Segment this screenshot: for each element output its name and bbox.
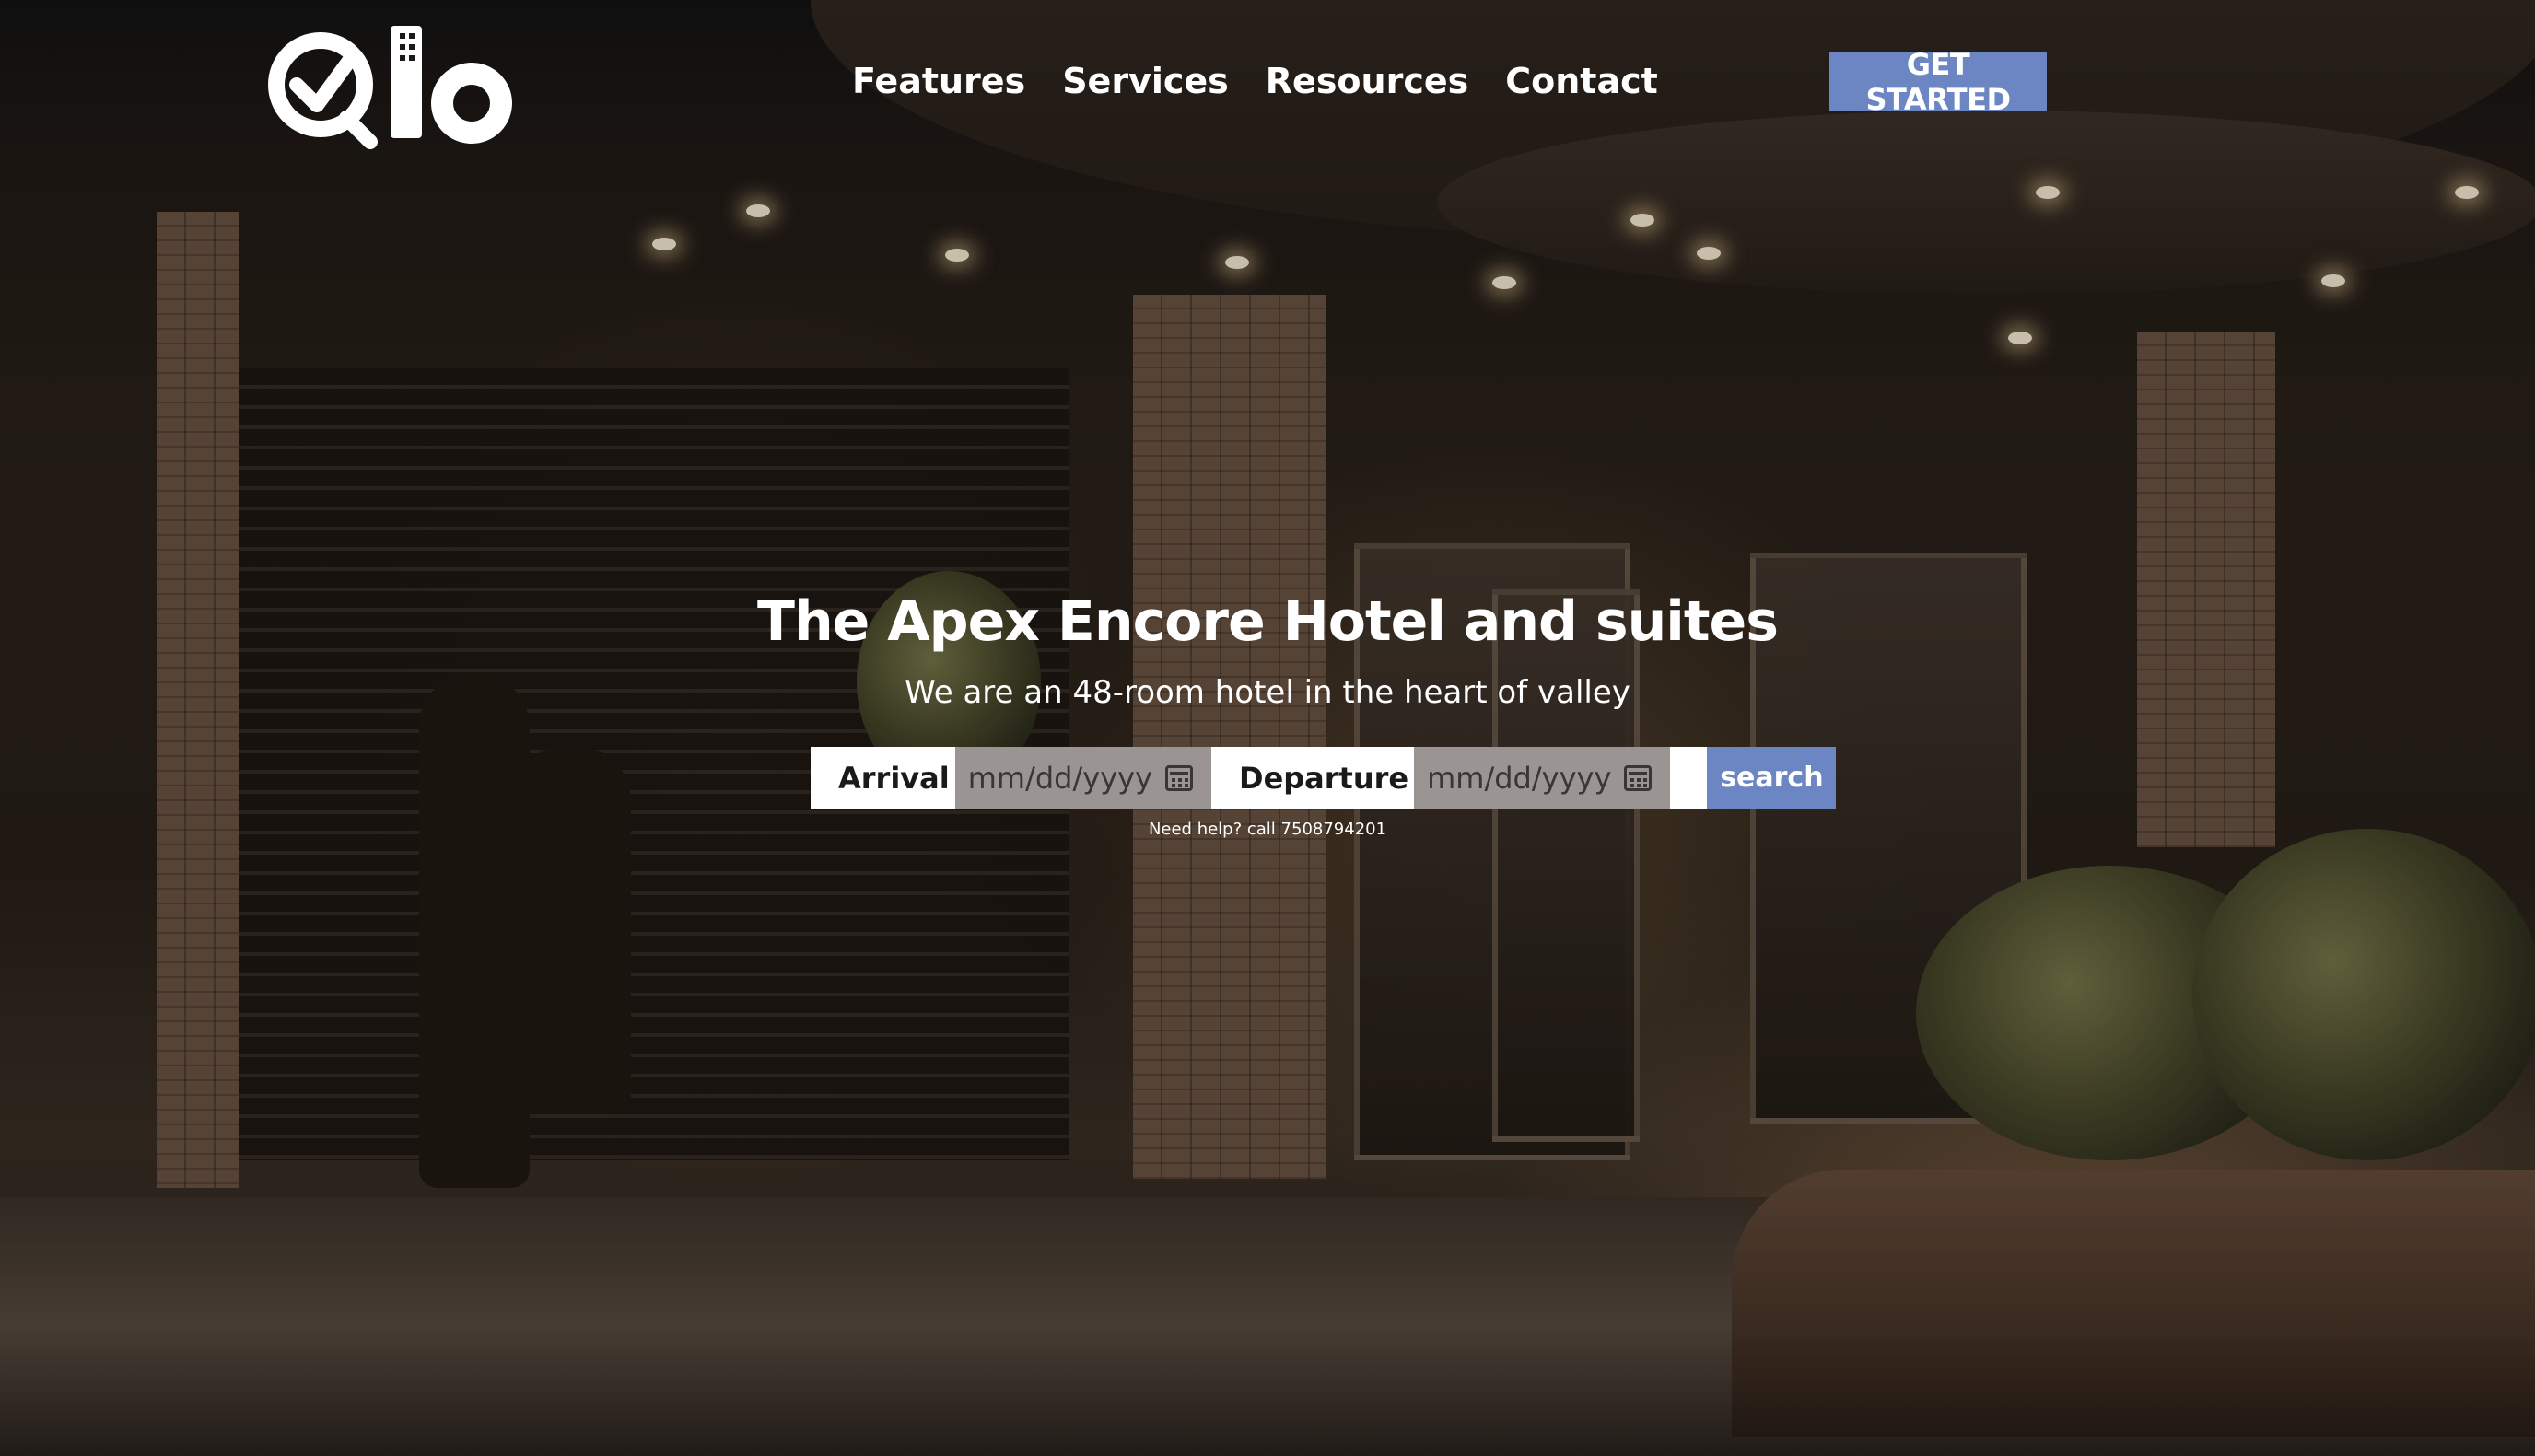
search-button[interactable]: search <box>1707 747 1837 809</box>
logo-letter-o <box>431 63 512 144</box>
nav-contact[interactable]: Contact <box>1505 61 1658 101</box>
arrival-label: Arrival <box>811 747 955 809</box>
nav-services[interactable]: Services <box>1062 61 1229 101</box>
departure-label: Departure <box>1211 747 1415 809</box>
arrival-placeholder: mm/dd/yyyy <box>967 760 1152 796</box>
nav-resources[interactable]: Resources <box>1266 61 1468 101</box>
brand-logo[interactable] <box>263 20 514 149</box>
booking-spacer <box>1670 747 1708 809</box>
calendar-icon[interactable] <box>1165 764 1193 791</box>
checkmark-magnifier-icon <box>268 32 378 149</box>
departure-placeholder: mm/dd/yyyy <box>1427 760 1612 796</box>
departure-date-input[interactable]: mm/dd/yyyy <box>1414 747 1671 809</box>
main-nav: Features Services Resources Contact <box>852 61 1658 101</box>
arrival-date-input[interactable]: mm/dd/yyyy <box>954 747 1211 809</box>
booking-bar: Arrival mm/dd/yyyy Departure mm/dd/yyyy … <box>811 747 1837 809</box>
logo-letter-l <box>391 26 422 138</box>
hero-background <box>0 0 2535 1456</box>
hero-title: The Apex Encore Hotel and suites <box>757 589 1779 654</box>
hero-subtitle: We are an 48-room hotel in the heart of … <box>905 674 1630 711</box>
calendar-icon[interactable] <box>1624 764 1653 791</box>
dim-overlay <box>0 0 2535 1456</box>
help-phone-text: Need help? call 7508794201 <box>1148 820 1387 839</box>
get-started-button[interactable]: GET STARTED <box>1829 47 2047 117</box>
nav-features[interactable]: Features <box>852 61 1025 101</box>
